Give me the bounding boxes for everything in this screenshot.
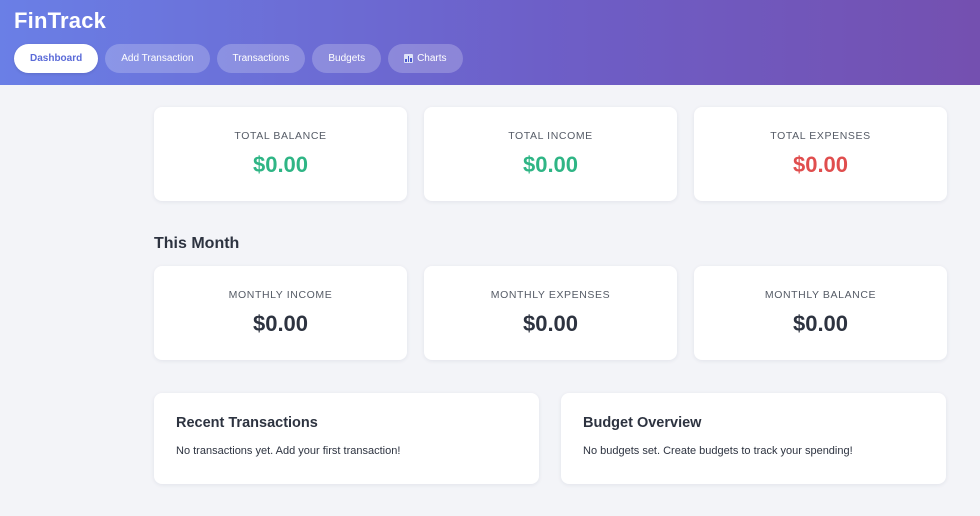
monthly-income-value: $0.00	[252, 311, 309, 336]
budget-overview-title: Budget Overview	[583, 415, 702, 431]
monthly-expenses-value: $0.00	[522, 311, 579, 336]
total-balance-label: TOTAL BALANCE	[234, 130, 327, 142]
total-expenses-card: TOTAL EXPENSES $0.00	[694, 107, 947, 201]
total-income-value: $0.00	[522, 152, 579, 177]
app-header: FinTrack Dashboard Add Transaction Trans…	[0, 0, 980, 85]
monthly-expenses-card: MONTHLY EXPENSES $0.00	[424, 266, 677, 360]
budget-overview-panel: Budget Overview No budgets set. Create b…	[561, 393, 946, 484]
monthly-income-label: MONTHLY INCOME	[228, 289, 333, 301]
nav-tab-label: Charts	[417, 53, 447, 64]
total-income-label: TOTAL INCOME	[508, 130, 593, 142]
total-income-card: TOTAL INCOME $0.00	[424, 107, 677, 201]
total-expenses-label: TOTAL EXPENSES	[770, 130, 871, 142]
nav-tab-label: Dashboard	[30, 53, 83, 64]
detail-panels: Recent Transactions No transactions yet.…	[154, 393, 946, 484]
main-nav: Dashboard Add Transaction Transactions B…	[14, 44, 463, 73]
monthly-balance-label: MONTHLY BALANCE	[764, 289, 877, 301]
nav-tab-budgets[interactable]: Budgets	[312, 44, 382, 73]
nav-tab-add-transaction[interactable]: Add Transaction	[105, 44, 210, 73]
recent-transactions-empty-text: No transactions yet. Add your first tran…	[176, 445, 401, 457]
monthly-expenses-label: MONTHLY EXPENSES	[490, 289, 611, 301]
app-title: FinTrack	[14, 8, 107, 33]
this-month-heading: This Month	[154, 235, 240, 252]
recent-transactions-panel: Recent Transactions No transactions yet.…	[154, 393, 539, 484]
nav-tab-charts[interactable]: Charts	[388, 44, 463, 73]
monthly-income-card: MONTHLY INCOME $0.00	[154, 266, 407, 360]
monthly-balance-card: MONTHLY BALANCE $0.00	[694, 266, 947, 360]
budget-overview-empty-text: No budgets set. Create budgets to track …	[583, 445, 853, 457]
nav-tab-transactions[interactable]: Transactions	[216, 44, 306, 73]
nav-tab-dashboard[interactable]: Dashboard	[14, 44, 99, 73]
monthly-row: MONTHLY INCOME $0.00 MONTHLY EXPENSES $0…	[154, 266, 947, 360]
recent-transactions-title: Recent Transactions	[176, 415, 318, 431]
total-balance-value: $0.00	[252, 152, 309, 177]
bar-chart-icon	[404, 54, 414, 63]
nav-tab-label: Transactions	[232, 53, 290, 64]
total-expenses-value: $0.00	[792, 152, 849, 177]
nav-tab-label: Budgets	[328, 53, 366, 64]
nav-tab-label: Add Transaction	[121, 53, 194, 64]
monthly-balance-value: $0.00	[792, 311, 849, 336]
total-balance-card: TOTAL BALANCE $0.00	[154, 107, 407, 201]
summary-row: TOTAL BALANCE $0.00 TOTAL INCOME $0.00 T…	[154, 107, 947, 201]
